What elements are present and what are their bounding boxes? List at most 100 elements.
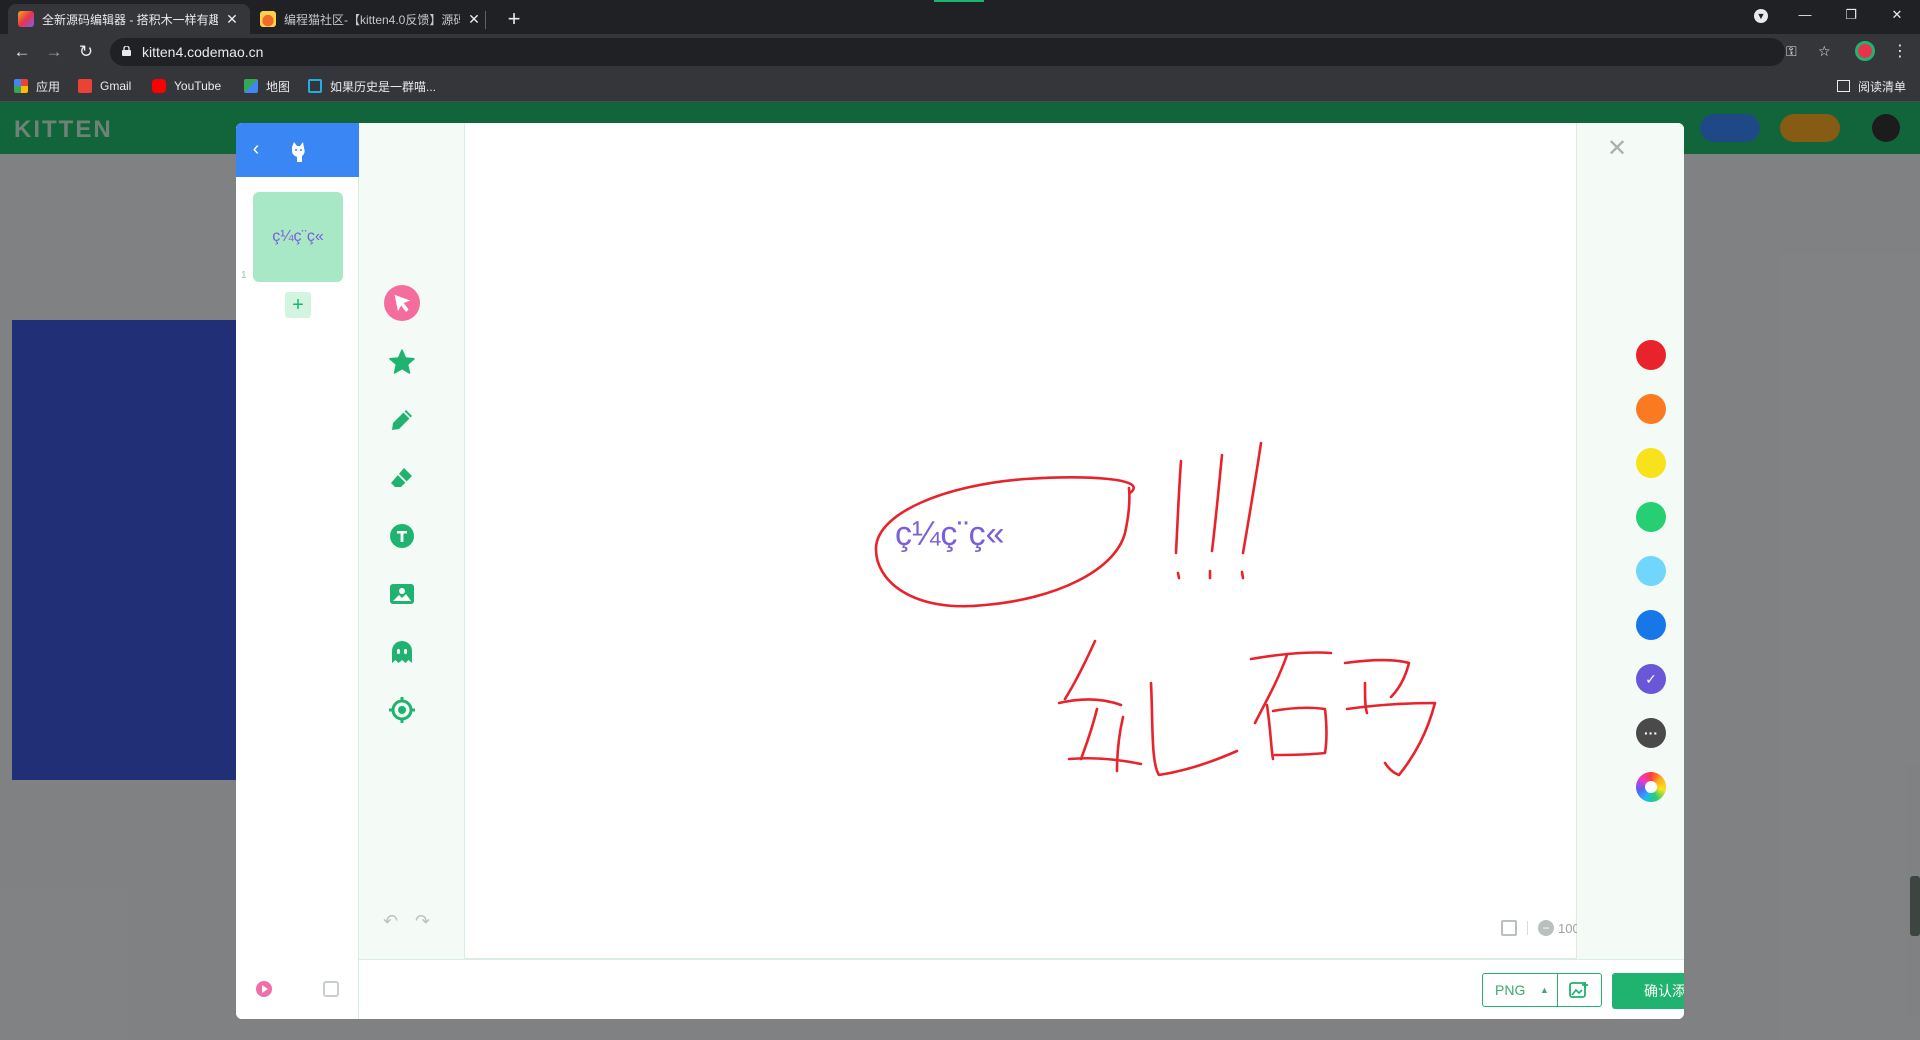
color-swatch-yellow[interactable]: [1636, 448, 1666, 478]
bookmark-maps[interactable]: 地图: [244, 77, 290, 95]
ink-stroke-ma-3: [1265, 703, 1328, 761]
ink-stroke-exclaim-3: [1210, 453, 1224, 553]
color-palette-column: [1577, 123, 1684, 959]
frame-thumbnail-text: ç¼ç¨ç«: [272, 228, 324, 245]
back-arrow-icon[interactable]: ←: [8, 38, 36, 66]
canvas-text-object[interactable]: ç¼ç¨ç«: [895, 515, 1005, 554]
add-image-button[interactable]: [1558, 974, 1601, 1006]
color-swatch-green[interactable]: [1636, 502, 1666, 532]
close-modal-icon[interactable]: ✕: [1605, 137, 1629, 161]
close-window-button[interactable]: ✕: [1874, 0, 1920, 30]
ink-stroke-ma-2: [1253, 653, 1289, 725]
export-format-select[interactable]: PNG ▲: [1483, 974, 1558, 1006]
restore-button[interactable]: ❐: [1828, 0, 1874, 30]
bookmark-apps[interactable]: 应用: [14, 77, 60, 95]
eraser-tool[interactable]: [384, 460, 420, 496]
caret-up-icon: ▲: [1539, 985, 1549, 995]
lock-icon: [122, 46, 131, 56]
bookmark-bilibili[interactable]: 如果历史是一群喵...: [308, 77, 436, 95]
ink-stroke-ma-5: [1345, 701, 1437, 777]
apps-grid-icon: [14, 79, 28, 93]
color-picker-wheel-icon[interactable]: [1636, 772, 1666, 802]
text-t-icon: [390, 524, 414, 548]
color-swatch-blue[interactable]: [1636, 610, 1666, 640]
frame-thumbnail[interactable]: ç¼ç¨ç«: [253, 192, 343, 282]
close-tab-icon[interactable]: ✕: [224, 11, 240, 28]
confirm-add-button[interactable]: 确认添加: [1612, 973, 1684, 1009]
shape-tool[interactable]: [384, 344, 420, 380]
text-tool[interactable]: [384, 518, 420, 554]
color-swatch-red[interactable]: [1636, 340, 1666, 370]
tab-codemao-community[interactable]: 编程猫社区-【kitten4.0反馈】源码编辑器 ✕: [250, 4, 492, 34]
reload-icon[interactable]: ↻: [72, 38, 100, 66]
tools-column: ↶ ↷: [359, 123, 465, 959]
more-dots-icon: ···: [1644, 725, 1658, 741]
color-swatch-orange[interactable]: [1636, 394, 1666, 424]
export-format-group: PNG ▲: [1482, 973, 1602, 1007]
ink-stroke-ma-4: [1343, 658, 1411, 699]
zoom-out-icon[interactable]: −: [1538, 920, 1554, 936]
drawing-editor-modal: ‹ ç¼ç¨ç« 1 + ↶ ↷ ç¼ç¨ç« − 100% ✕ ✓ ··· P…: [236, 123, 1684, 1019]
select-tool[interactable]: [384, 285, 420, 321]
key-icon[interactable]: ⚿: [1786, 43, 1797, 60]
ink-stroke-exclaim-1: [1174, 459, 1183, 555]
ink-stroke-luan-3: [1079, 707, 1099, 761]
browser-tab-bar: 全新源码编辑器 - 搭积木一样有趣 ✕ 编程猫社区-【kitten4.0反馈】源…: [0, 0, 1920, 34]
kitten-favicon-icon: [18, 11, 34, 27]
bookmark-star-icon[interactable]: ☆: [1818, 43, 1831, 60]
new-tab-button[interactable]: +: [500, 6, 528, 34]
editor-footer: PNG ▲ 确认添加: [359, 959, 1684, 1019]
color-swatch-purple[interactable]: ✓: [1636, 664, 1666, 694]
bookmark-label: 地图: [266, 79, 291, 94]
color-more-button[interactable]: ···: [1636, 718, 1666, 748]
close-tab-icon[interactable]: ✕: [466, 11, 482, 28]
bookmark-label: 应用: [36, 79, 61, 94]
youtube-icon: [152, 79, 166, 93]
ink-stroke-exclaim-6: [1240, 570, 1245, 580]
tab-separator: [485, 11, 486, 29]
address-bar[interactable]: kitten4.codemao.cn ⚿ ☆: [110, 38, 1831, 66]
image-icon: [390, 584, 414, 604]
ink-stroke-luan-2: [1057, 698, 1123, 707]
browser-toolbar: ← → ↻ kitten4.codemao.cn ⚿ ☆: [0, 34, 1920, 70]
center-tool[interactable]: [384, 692, 420, 728]
fit-canvas-icon[interactable]: [1501, 920, 1517, 936]
drawing-canvas[interactable]: ç¼ç¨ç« − 100% + ✋: [465, 123, 1636, 959]
bookmark-label: YouTube: [174, 79, 222, 93]
pen-tool[interactable]: [384, 402, 420, 438]
reading-list-icon: [1836, 80, 1850, 92]
forward-arrow-icon[interactable]: →: [40, 38, 68, 66]
color-swatch-light-blue[interactable]: [1636, 556, 1666, 586]
reading-list-label: 阅读清单: [1857, 79, 1906, 94]
side-scroll-handle[interactable]: [1910, 876, 1920, 936]
add-image-icon: [1569, 982, 1589, 998]
reading-list-button[interactable]: 阅读清单: [1836, 77, 1906, 95]
image-tool[interactable]: [384, 576, 420, 612]
frames-panel: ‹ ç¼ç¨ç« 1 +: [236, 123, 359, 1019]
browser-menu-icon[interactable]: ⋮: [1890, 38, 1910, 66]
back-chevron-icon[interactable]: ‹: [246, 138, 266, 161]
play-icon[interactable]: [256, 981, 272, 997]
tab-search-button[interactable]: ▼: [1738, 0, 1784, 30]
ink-stroke-ma-1: [1249, 651, 1333, 661]
ink-stroke-ma-6: [1363, 681, 1369, 715]
eraser-icon: [391, 468, 412, 487]
tab-title: 编程猫社区-【kitten4.0反馈】源码编辑器: [284, 12, 460, 27]
frame-index: 1: [241, 270, 247, 281]
character-tool[interactable]: [384, 634, 420, 670]
undo-icon[interactable]: ↶: [383, 911, 398, 932]
profile-avatar[interactable]: [1855, 41, 1875, 61]
color-wheel-center: [1645, 781, 1657, 793]
minimize-button[interactable]: —: [1782, 0, 1828, 30]
frames-panel-header: ‹: [236, 123, 359, 177]
ghost-icon: [392, 641, 412, 663]
redo-icon[interactable]: ↷: [415, 911, 430, 932]
bookmark-gmail[interactable]: Gmail: [78, 77, 131, 95]
bookmarks-bar: 应用 Gmail YouTube 地图 如果历史是一群喵... 阅读清单: [0, 70, 1920, 102]
gallery-icon[interactable]: [323, 981, 339, 997]
bookmark-label: 如果历史是一群喵...: [330, 79, 437, 94]
tab-kitten-editor[interactable]: 全新源码编辑器 - 搭积木一样有趣 ✕: [8, 4, 250, 34]
add-frame-button[interactable]: +: [285, 292, 311, 318]
bookmark-youtube[interactable]: YouTube: [152, 77, 221, 95]
url-text: kitten4.codemao.cn: [142, 44, 264, 60]
